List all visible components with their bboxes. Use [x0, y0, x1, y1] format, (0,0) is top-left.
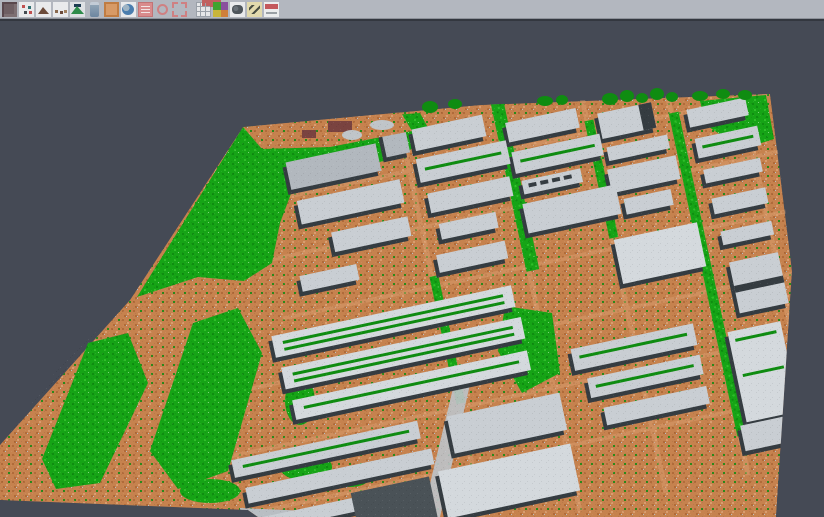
- red-list-icon[interactable]: [138, 2, 153, 17]
- viewport-3d[interactable]: [0, 21, 824, 517]
- grid-tile-icon[interactable]: [196, 2, 211, 17]
- ortho-tile-icon[interactable]: [104, 2, 119, 17]
- dark-tile-icon[interactable]: [2, 2, 17, 17]
- noise-overlay: [0, 81, 824, 517]
- terrain-icon[interactable]: [70, 2, 85, 17]
- point-cloud-scene: [0, 21, 824, 517]
- point-cloud-viewer-window: [0, 0, 824, 517]
- binoculars-icon[interactable]: [230, 2, 245, 17]
- toolbar: [0, 0, 824, 21]
- measure-icon[interactable]: [247, 2, 262, 17]
- points-icon[interactable]: [53, 2, 68, 17]
- classification-palette-icon[interactable]: [213, 2, 228, 17]
- globe-icon[interactable]: [121, 2, 136, 17]
- flag-icon[interactable]: [264, 2, 279, 17]
- red-ring-icon[interactable]: [155, 2, 170, 17]
- terrain: [0, 34, 824, 517]
- import-points-icon[interactable]: [19, 2, 34, 17]
- panel-icon[interactable]: [87, 2, 102, 17]
- brown-hill-icon[interactable]: [36, 2, 51, 17]
- selection-extent-icon[interactable]: [172, 2, 187, 17]
